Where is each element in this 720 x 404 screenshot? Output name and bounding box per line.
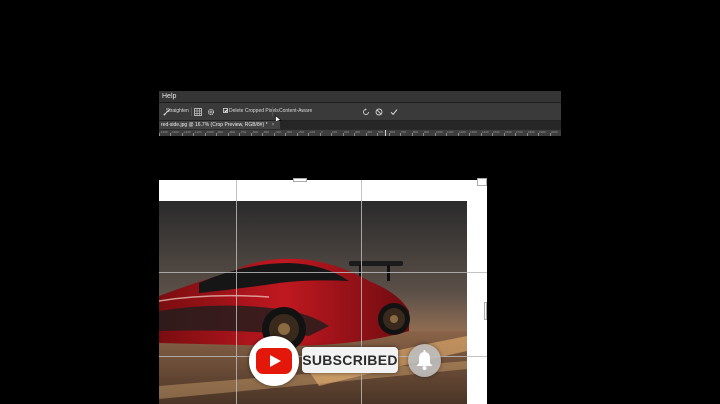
ruler-label: 1100 (447, 130, 454, 134)
ruler-label: 1600 (505, 130, 512, 134)
ruler-label: 400 (367, 130, 373, 134)
gear-icon[interactable] (206, 107, 215, 116)
ruler-label: 700 (401, 130, 407, 134)
crop-grid-line (159, 272, 487, 273)
ruler-label: -1200 (183, 130, 191, 134)
crop-grid-line (236, 180, 237, 404)
ruler-label: -1400 (160, 130, 168, 134)
ruler-label: -700 (240, 130, 247, 134)
bell-icon[interactable] (408, 344, 441, 377)
ruler-label: 500 (378, 130, 384, 134)
commit-icon[interactable] (389, 107, 398, 116)
subscribed-badge[interactable]: SUBSCRIBED (302, 347, 398, 373)
document-title: red-side.jpg @ 16.7% (Crop Preview, RGB/… (161, 122, 268, 128)
grid-overlay-icon[interactable] (193, 107, 202, 116)
crop-handle-right[interactable] (484, 302, 487, 320)
divider (272, 107, 273, 116)
ruler-label: 900 (424, 130, 430, 134)
ruler-label: 1000 (436, 130, 443, 134)
close-tab-icon[interactable]: × (272, 122, 275, 128)
divider (191, 107, 192, 116)
menu-bar: Help (159, 91, 561, 103)
horizontal-ruler: -1400 -1300 -1200 -1100 -1000 -900 -800 -700 -60… (159, 129, 561, 136)
ruler-label: 1200 (459, 130, 466, 134)
ruler-label: 1400 (482, 130, 489, 134)
ruler-label: -600 (252, 130, 259, 134)
document-tab-bar: red-side.jpg @ 16.7% (Crop Preview, RGB/… (159, 121, 561, 129)
ruler-label: -300 (286, 130, 293, 134)
ruler-label: 1300 (470, 130, 477, 134)
ruler-label: 800 (413, 130, 419, 134)
ruler-label: 1500 (493, 130, 500, 134)
photoshop-window: Help Straighten Delete Cropped Pixels Co… (159, 91, 561, 136)
ruler-label: -200 (298, 130, 305, 134)
document-tab[interactable]: red-side.jpg @ 16.7% (Crop Preview, RGB/… (159, 121, 281, 129)
straighten-button[interactable]: Straighten (166, 107, 189, 115)
ruler-cursor-marker (385, 130, 386, 136)
crop-handle-top[interactable] (293, 178, 307, 182)
ruler-label: -800 (229, 130, 236, 134)
crop-options-bar: Straighten Delete Cropped Pixels Content… (159, 103, 561, 124)
ruler-label: 600 (390, 130, 396, 134)
ruler-label: 1700 (516, 130, 523, 134)
ruler-label: -500 (263, 130, 270, 134)
ruler-label: -1100 (194, 130, 202, 134)
ruler-label: 100 (332, 130, 338, 134)
ruler-label: 1800 (528, 130, 535, 134)
crop-handle-top-right[interactable] (477, 178, 487, 186)
ruler-label: -400 (275, 130, 282, 134)
youtube-logo (249, 336, 299, 386)
cancel-icon[interactable] (374, 107, 383, 116)
ruler-label: 200 (344, 130, 350, 134)
play-icon (256, 348, 292, 374)
ruler-label: -1000 (206, 130, 214, 134)
content-aware-checkbox[interactable]: Content-Aware (279, 107, 312, 115)
ruler-label: -900 (217, 130, 224, 134)
ruler-label: 2000 (551, 130, 558, 134)
ruler-label: -100 (309, 130, 316, 134)
ruler-label: 300 (355, 130, 361, 134)
ruler-label: 0 (321, 130, 323, 134)
ruler-label: 1900 (539, 130, 546, 134)
reset-icon[interactable] (361, 107, 370, 116)
ruler-label: -1300 (171, 130, 179, 134)
menu-help[interactable]: Help (162, 92, 176, 101)
delete-cropped-pixels-checkbox[interactable] (223, 108, 228, 113)
